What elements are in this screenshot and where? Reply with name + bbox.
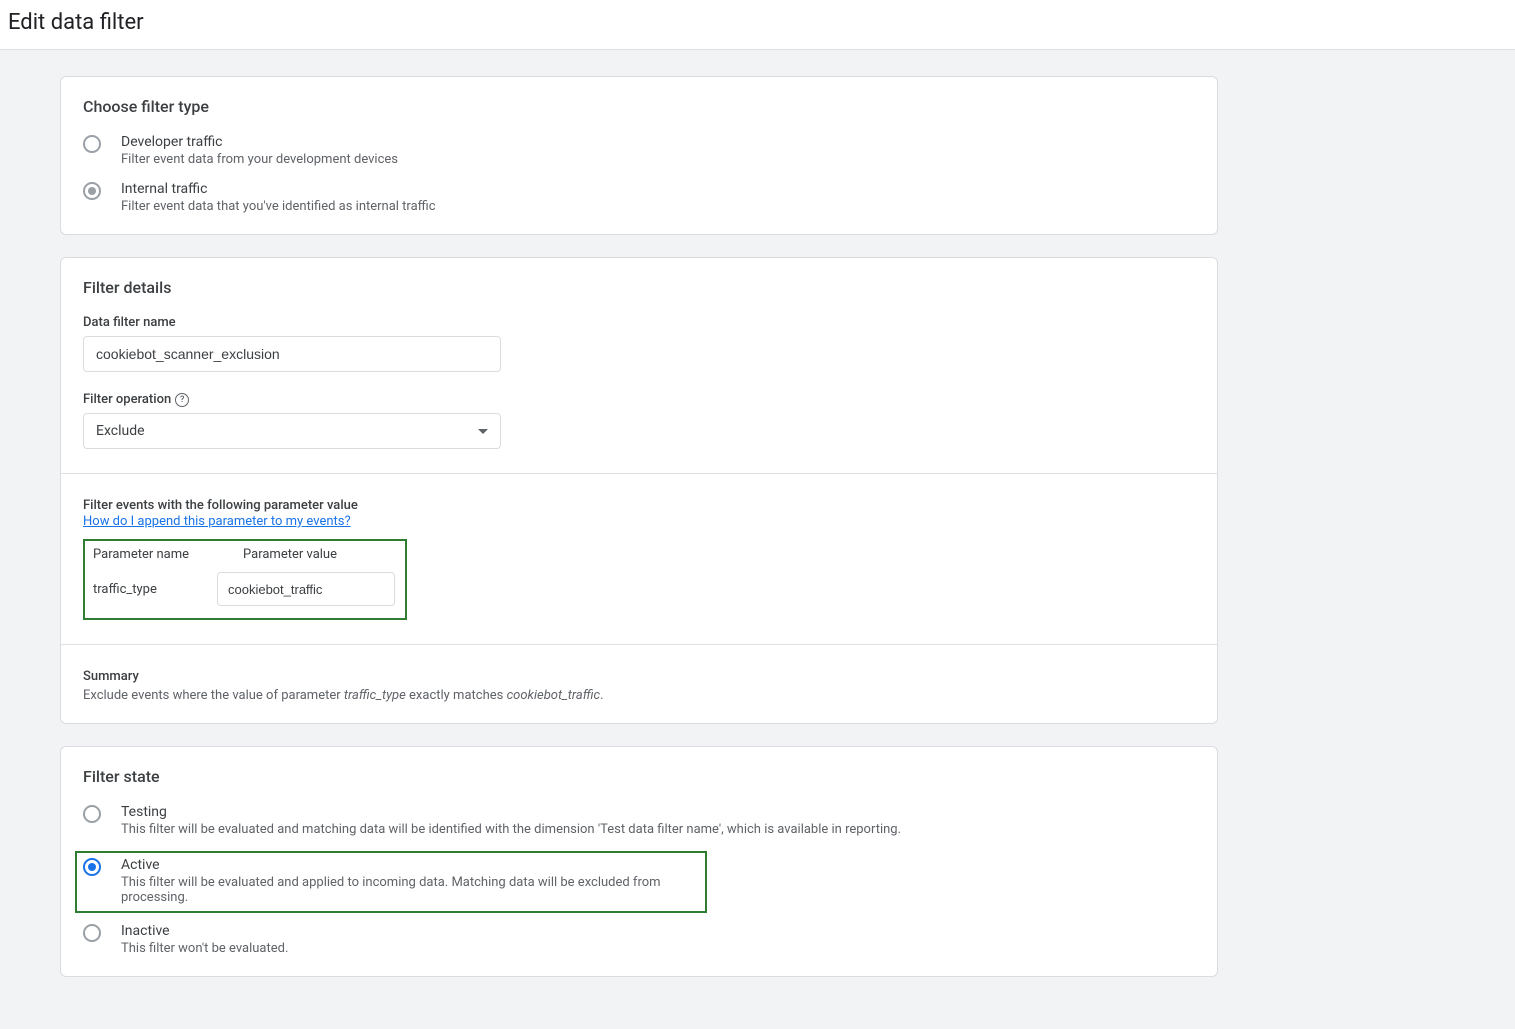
filter-type-heading: Choose filter type [83, 97, 1195, 116]
radio-label: Testing [121, 804, 901, 820]
divider [61, 644, 1217, 645]
radio-internal-traffic[interactable]: Internal traffic Filter event data that … [83, 181, 1195, 214]
radio-circle-icon[interactable] [83, 924, 101, 942]
filter-operation-label: Filter operation ? [83, 392, 1195, 407]
filter-operation-value: Exclude [96, 423, 145, 439]
data-filter-name-label: Data filter name [83, 315, 1195, 330]
param-value-input[interactable] [217, 572, 395, 606]
radio-developer-traffic[interactable]: Developer traffic Filter event data from… [83, 134, 1195, 167]
summary-pre: Exclude events where the value of parame… [83, 688, 344, 703]
data-filter-name-input[interactable] [83, 336, 501, 372]
radio-label: Active [121, 857, 699, 873]
active-state-highlight: Active This filter will be evaluated and… [75, 851, 707, 913]
param-value-header: Parameter value [243, 547, 337, 562]
radio-desc: This filter will be evaluated and matchi… [121, 822, 901, 837]
radio-state-active[interactable]: Active This filter will be evaluated and… [83, 857, 699, 905]
parameter-box-highlight: Parameter name Parameter value traffic_t… [83, 539, 407, 620]
radio-desc: Filter event data that you've identified… [121, 199, 436, 214]
radio-desc: This filter won't be evaluated. [121, 941, 288, 956]
filter-state-heading: Filter state [83, 767, 1195, 786]
content-area: Choose filter type Developer traffic Fil… [0, 49, 1515, 1029]
radio-circle-selected-icon[interactable] [83, 858, 101, 876]
summary-label: Summary [83, 669, 1195, 684]
radio-state-inactive[interactable]: Inactive This filter won't be evaluated. [83, 923, 1195, 956]
radio-label: Internal traffic [121, 181, 436, 197]
radio-desc: This filter will be evaluated and applie… [121, 875, 699, 905]
filter-operation-select[interactable]: Exclude [83, 413, 501, 449]
card-filter-type: Choose filter type Developer traffic Fil… [60, 76, 1218, 235]
param-section-label: Filter events with the following paramet… [83, 498, 1195, 513]
radio-label: Developer traffic [121, 134, 398, 150]
summary-post: . [600, 688, 603, 703]
radio-circle-selected-icon[interactable] [83, 182, 101, 200]
radio-circle-icon[interactable] [83, 135, 101, 153]
divider [61, 473, 1217, 474]
radio-desc: Filter event data from your development … [121, 152, 398, 167]
summary-text: Exclude events where the value of parame… [83, 688, 1195, 703]
summary-param2: cookiebot_traffic [507, 688, 601, 703]
summary-mid: exactly matches [406, 688, 507, 703]
help-icon[interactable]: ? [175, 393, 189, 407]
radio-circle-icon[interactable] [83, 805, 101, 823]
page-title: Edit data filter [0, 0, 1515, 49]
card-filter-state: Filter state Testing This filter will be… [60, 746, 1218, 977]
radio-state-testing[interactable]: Testing This filter will be evaluated an… [83, 804, 1195, 837]
radio-label: Inactive [121, 923, 288, 939]
filter-operation-label-text: Filter operation [83, 392, 171, 407]
help-link-append-parameter[interactable]: How do I append this parameter to my eve… [83, 514, 351, 529]
summary-param1: traffic_type [344, 688, 406, 703]
chevron-down-icon [478, 429, 488, 434]
card-filter-details: Filter details Data filter name Filter o… [60, 257, 1218, 724]
param-name-header: Parameter name [93, 547, 203, 562]
param-name-value: traffic_type [93, 582, 203, 597]
filter-details-heading: Filter details [83, 278, 1195, 297]
